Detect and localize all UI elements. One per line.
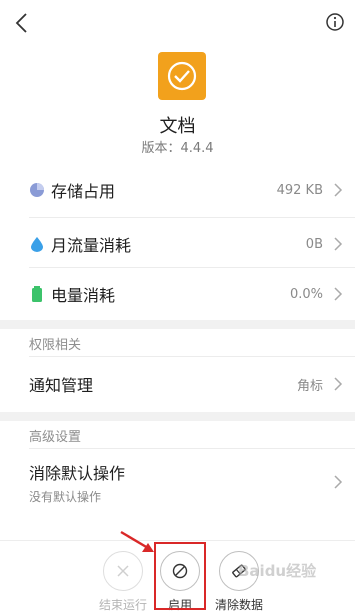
highlight-box xyxy=(154,542,206,610)
chevron-right-icon xyxy=(334,237,343,251)
notification-row[interactable]: 通知管理 角标 xyxy=(0,357,355,411)
chevron-right-icon xyxy=(334,475,343,489)
storage-value: 492 KB xyxy=(276,182,323,198)
droplet-icon xyxy=(31,237,43,252)
battery-label: 电量消耗 xyxy=(51,286,116,305)
info-icon[interactable] xyxy=(325,12,345,32)
clear-default-text: 消除默认操作 没有默认操作 xyxy=(29,460,333,505)
back-arrow-icon[interactable] xyxy=(10,10,36,36)
notification-value: 角标 xyxy=(296,378,323,394)
section-gap xyxy=(0,320,355,329)
traffic-value: 0B xyxy=(305,236,323,252)
app-version: 版本：4.4.4 xyxy=(141,141,214,156)
red-arrow-icon xyxy=(120,530,154,552)
app-icon xyxy=(158,52,206,100)
storage-label: 存储占用 xyxy=(51,182,116,201)
chevron-right-icon xyxy=(334,183,343,197)
clear-default-label: 消除默认操作 xyxy=(29,463,126,483)
app-name: 文档 xyxy=(159,116,196,137)
watermark: Baidu经验 xyxy=(238,562,317,580)
traffic-row[interactable]: 月流量消耗 0B xyxy=(0,217,355,271)
pie-chart-icon xyxy=(30,183,44,197)
battery-row[interactable]: 电量消耗 0.0% xyxy=(0,267,355,321)
traffic-label: 月流量消耗 xyxy=(51,236,132,255)
battery-icon xyxy=(32,286,42,302)
chevron-right-icon xyxy=(334,377,343,391)
close-icon xyxy=(117,565,129,577)
section-gap xyxy=(0,412,355,421)
clear-default-row[interactable]: 消除默认操作 没有默认操作 xyxy=(0,452,355,512)
checkmark-icon xyxy=(167,61,197,91)
notification-label: 通知管理 xyxy=(29,376,94,395)
battery-value: 0.0% xyxy=(289,286,323,302)
advanced-header: 高级设置 xyxy=(29,430,82,445)
chevron-right-icon xyxy=(334,287,343,301)
storage-row[interactable]: 存储占用 492 KB xyxy=(0,163,355,217)
top-bar xyxy=(0,0,355,46)
clear-data-label: 清除数据 xyxy=(214,598,263,612)
clear-default-sub: 没有默认操作 xyxy=(29,489,102,504)
divider xyxy=(29,448,355,449)
permissions-header: 权限相关 xyxy=(29,338,82,353)
